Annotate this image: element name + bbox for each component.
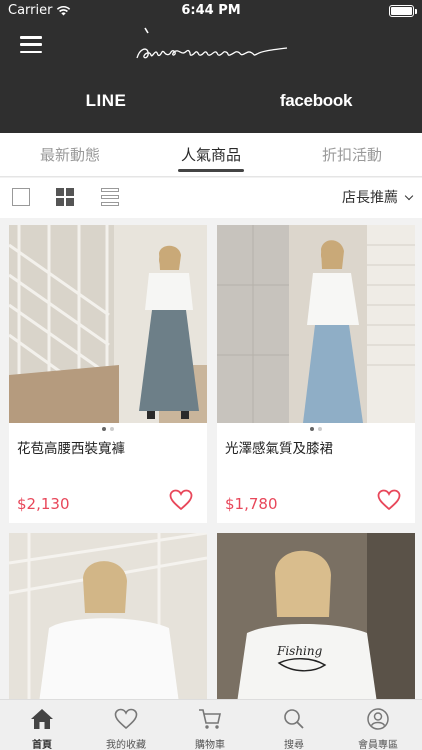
nav-search[interactable]: 搜尋: [252, 700, 336, 750]
home-icon: [31, 709, 53, 729]
view-toolbar: 店長推薦: [0, 178, 422, 218]
app-header: Carrier 6:44 PM LINE facebook: [0, 0, 422, 133]
product-name[interactable]: 花苞高腰西裝寬褲: [17, 437, 125, 457]
search-icon: [284, 709, 304, 729]
favorite-heart-icon[interactable]: [169, 489, 193, 511]
nav-search-label: 搜尋: [284, 740, 304, 750]
product-image[interactable]: [9, 533, 207, 703]
status-time: 6:44 PM: [181, 3, 241, 18]
checkbox-icon[interactable]: [12, 188, 30, 206]
nav-member[interactable]: 會員專區: [336, 700, 420, 750]
sort-dropdown[interactable]: 店長推薦: [342, 178, 414, 218]
favorite-heart-icon[interactable]: [377, 489, 401, 511]
grid-view-icon[interactable]: [56, 188, 74, 206]
nav-cart-label: 購物車: [195, 740, 225, 750]
chevron-down-icon: [404, 191, 414, 201]
facebook-login-button[interactable]: facebook: [270, 84, 362, 118]
category-tabs: 最新動態 人氣商品 折扣活動: [0, 133, 422, 177]
tab-popular[interactable]: 人氣商品: [141, 133, 281, 177]
social-login-row: LINE facebook: [0, 84, 422, 118]
heart-icon: [114, 708, 138, 730]
product-image[interactable]: Fishing: [217, 533, 415, 703]
cart-icon: [199, 709, 221, 729]
status-bar: Carrier 6:44 PM: [0, 0, 422, 22]
battery-icon: [389, 5, 417, 17]
product-name[interactable]: 光澤感氣質及膝裙: [225, 437, 333, 457]
product-card[interactable]: [9, 533, 207, 703]
list-view-icon[interactable]: [101, 188, 119, 206]
nav-favorites[interactable]: 我的收藏: [84, 700, 168, 750]
bottom-tab-bar: 首頁 我的收藏 購物車 搜尋 會員專區: [0, 699, 422, 750]
product-image[interactable]: [217, 225, 415, 423]
tab-latest[interactable]: 最新動態: [0, 133, 140, 177]
product-card[interactable]: Fishing: [217, 533, 415, 703]
product-image[interactable]: [9, 225, 207, 423]
nav-member-label: 會員專區: [358, 740, 398, 750]
nav-home-label: 首頁: [32, 740, 52, 750]
menu-button[interactable]: [20, 36, 42, 53]
user-icon: [367, 708, 389, 730]
brand-logo[interactable]: [131, 22, 291, 68]
image-pager: [9, 427, 207, 431]
image-pager: [217, 427, 415, 431]
product-card[interactable]: 光澤感氣質及膝裙 $1,780: [217, 225, 415, 523]
svg-text:Fishing: Fishing: [276, 644, 323, 658]
nav-cart[interactable]: 購物車: [168, 700, 252, 750]
product-price: $2,130: [17, 495, 70, 513]
sort-label: 店長推薦: [342, 190, 398, 206]
nav-home[interactable]: 首頁: [0, 700, 84, 750]
nav-favorites-label: 我的收藏: [106, 740, 146, 750]
tab-discount[interactable]: 折扣活動: [282, 133, 422, 177]
line-login-button[interactable]: LINE: [60, 84, 152, 118]
product-card[interactable]: 花苞高腰西裝寬褲 $2,130: [9, 225, 207, 523]
product-price: $1,780: [225, 495, 278, 513]
